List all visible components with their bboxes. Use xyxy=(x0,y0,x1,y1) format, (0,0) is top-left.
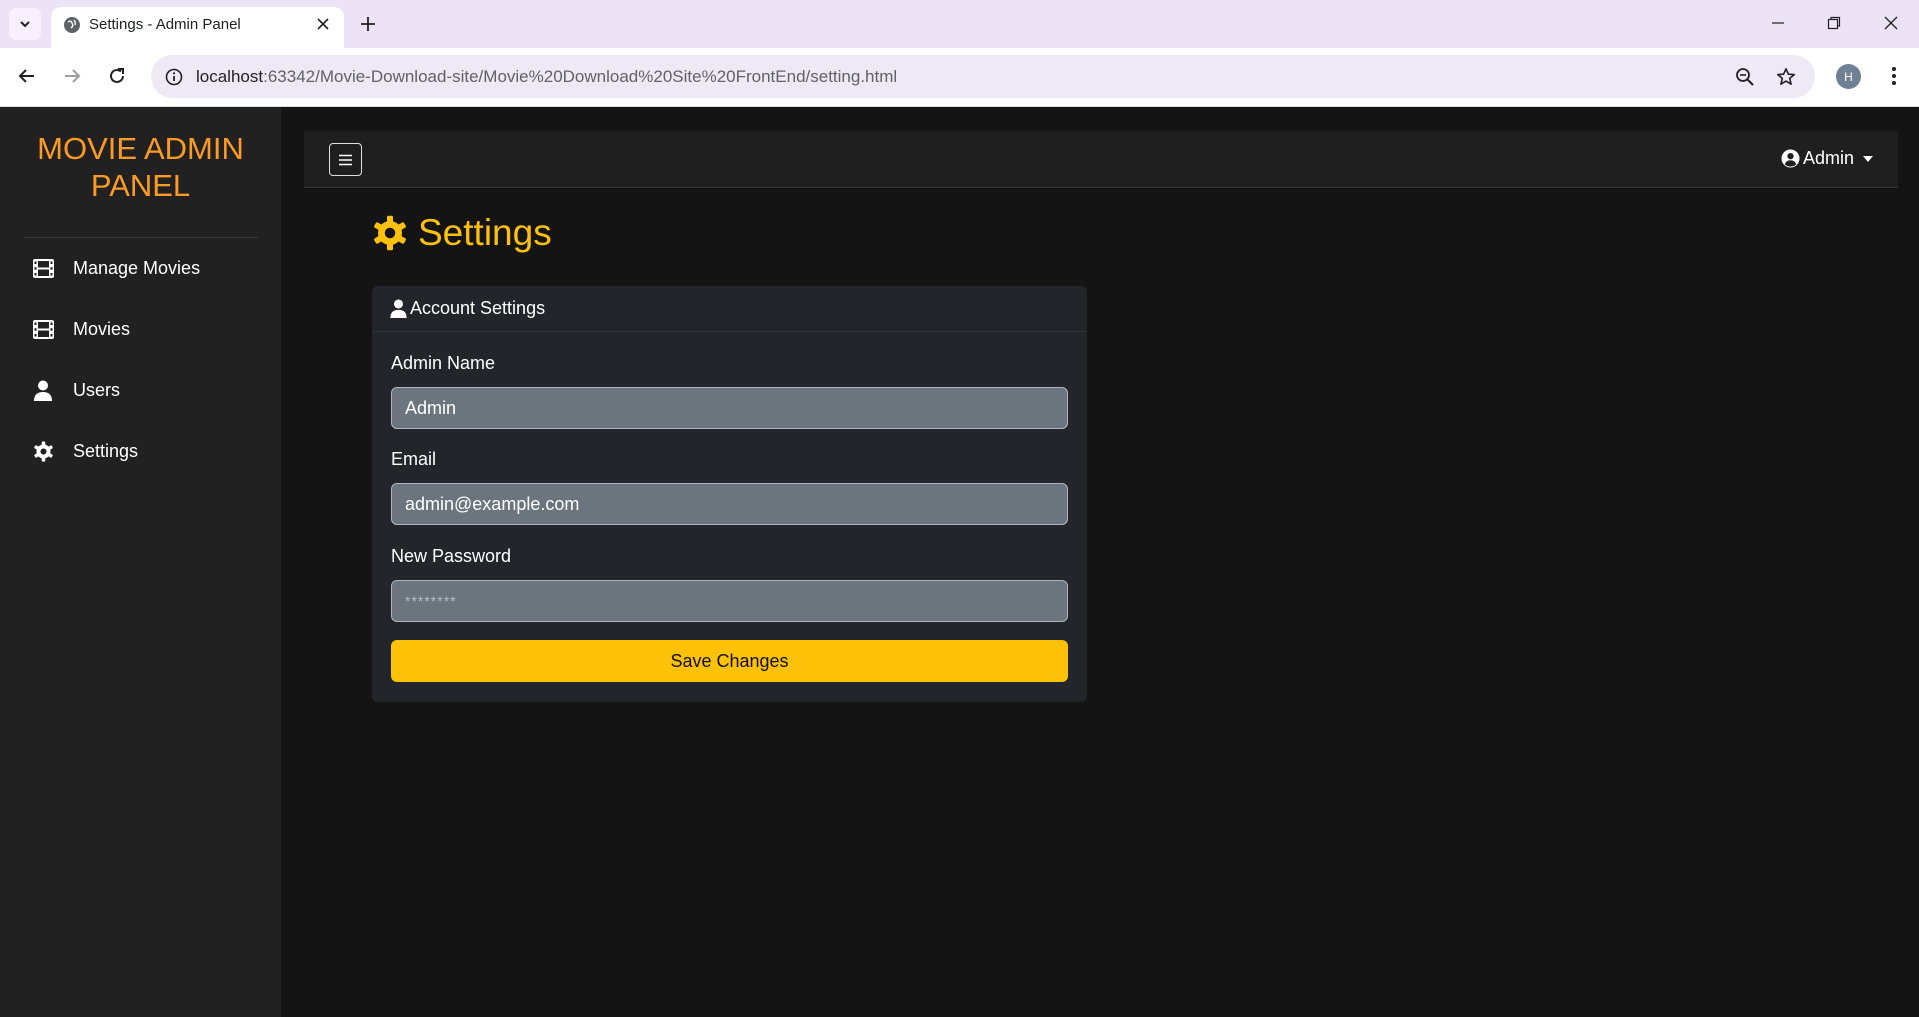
forward-button[interactable] xyxy=(58,62,86,90)
sidebar-item-movies[interactable]: Movies xyxy=(32,314,130,344)
bookmark-button[interactable] xyxy=(1774,65,1798,89)
browser-toolbar: localhost:63342/Movie-Download-site/Movi… xyxy=(0,48,1919,107)
tab-close-button[interactable] xyxy=(312,13,334,35)
browser-menu-button[interactable] xyxy=(1880,62,1908,90)
plus-icon xyxy=(361,17,375,31)
info-icon xyxy=(165,68,183,86)
page-title-text: Settings xyxy=(418,212,552,253)
browser-tab-strip: Settings - Admin Panel xyxy=(0,0,1919,48)
close-icon xyxy=(1884,16,1898,30)
sidebar-divider xyxy=(24,237,258,238)
film-icon xyxy=(32,318,54,340)
url-path: :63342/Movie-Download-site/Movie%20Downl… xyxy=(263,67,898,86)
caret-down-icon xyxy=(1863,155,1873,162)
globe-icon xyxy=(64,17,80,33)
sidebar-item-manage-movies[interactable]: Manage Movies xyxy=(32,253,200,283)
sidebar-item-label: Movies xyxy=(73,318,131,339)
admin-name-input[interactable]: Admin xyxy=(391,387,1068,429)
new-password-input[interactable]: ******** xyxy=(391,580,1068,622)
tab-search-button[interactable] xyxy=(9,8,41,40)
page-title: Settings xyxy=(372,212,552,254)
close-window-button[interactable] xyxy=(1871,8,1911,38)
user-circle-icon xyxy=(1781,149,1800,168)
tab-title: Settings - Admin Panel xyxy=(89,16,241,33)
new-password-label: New Password xyxy=(391,546,512,566)
star-icon xyxy=(1777,68,1795,85)
user-icon xyxy=(390,299,407,318)
sidebar-item-label: Users xyxy=(73,379,121,400)
more-vertical-icon xyxy=(1892,67,1896,85)
admin-name-label: Admin Name xyxy=(391,353,496,373)
address-bar[interactable]: localhost:63342/Movie-Download-site/Movi… xyxy=(151,55,1815,98)
email-label: Email xyxy=(391,449,437,469)
new-tab-button[interactable] xyxy=(355,11,381,37)
restore-icon xyxy=(1827,16,1841,30)
sidebar-item-settings[interactable]: Settings xyxy=(32,436,138,466)
account-settings-card: Account Settings Admin Name Admin Email … xyxy=(372,286,1087,702)
save-changes-button[interactable]: Save Changes xyxy=(391,640,1068,682)
profile-avatar[interactable]: H xyxy=(1836,64,1861,89)
gear-icon xyxy=(32,440,54,462)
gear-icon xyxy=(372,215,408,251)
user-icon xyxy=(32,379,54,401)
minimize-icon xyxy=(1772,22,1784,24)
zoom-button[interactable] xyxy=(1733,65,1757,89)
minimize-button[interactable] xyxy=(1758,8,1798,38)
arrow-right-icon xyxy=(65,69,81,83)
chevron-down-icon xyxy=(20,21,30,28)
top-navbar: Admin xyxy=(304,131,1898,188)
browser-tab-active[interactable]: Settings - Admin Panel xyxy=(51,7,344,48)
url-host: localhost xyxy=(196,67,264,86)
zoom-out-icon xyxy=(1736,68,1754,86)
card-header-title: Account Settings xyxy=(410,298,546,318)
user-dropdown[interactable]: Admin xyxy=(1781,148,1873,169)
back-button[interactable] xyxy=(13,62,41,90)
email-input[interactable]: admin@example.com xyxy=(391,483,1068,525)
sidebar-item-label: Settings xyxy=(73,440,139,461)
sidebar-item-users[interactable]: Users xyxy=(32,375,120,405)
user-label: Admin xyxy=(1802,148,1854,168)
sidebar: MOVIE ADMIN PANEL Manage Movies Movies U… xyxy=(0,107,281,1017)
restore-button[interactable] xyxy=(1814,8,1854,38)
close-icon xyxy=(317,18,329,30)
url-text: localhost:63342/Movie-Download-site/Movi… xyxy=(196,67,897,87)
site-info-button[interactable] xyxy=(163,66,185,88)
card-header: Account Settings xyxy=(372,286,1087,332)
brand-title: MOVIE ADMIN PANEL xyxy=(37,131,244,203)
reload-icon xyxy=(110,68,124,83)
arrow-left-icon xyxy=(18,69,34,83)
menu-icon xyxy=(339,154,352,165)
reload-button[interactable] xyxy=(103,62,131,90)
film-icon xyxy=(32,257,54,279)
sidebar-item-label: Manage Movies xyxy=(73,257,201,278)
sidebar-toggle-button[interactable] xyxy=(329,143,362,176)
